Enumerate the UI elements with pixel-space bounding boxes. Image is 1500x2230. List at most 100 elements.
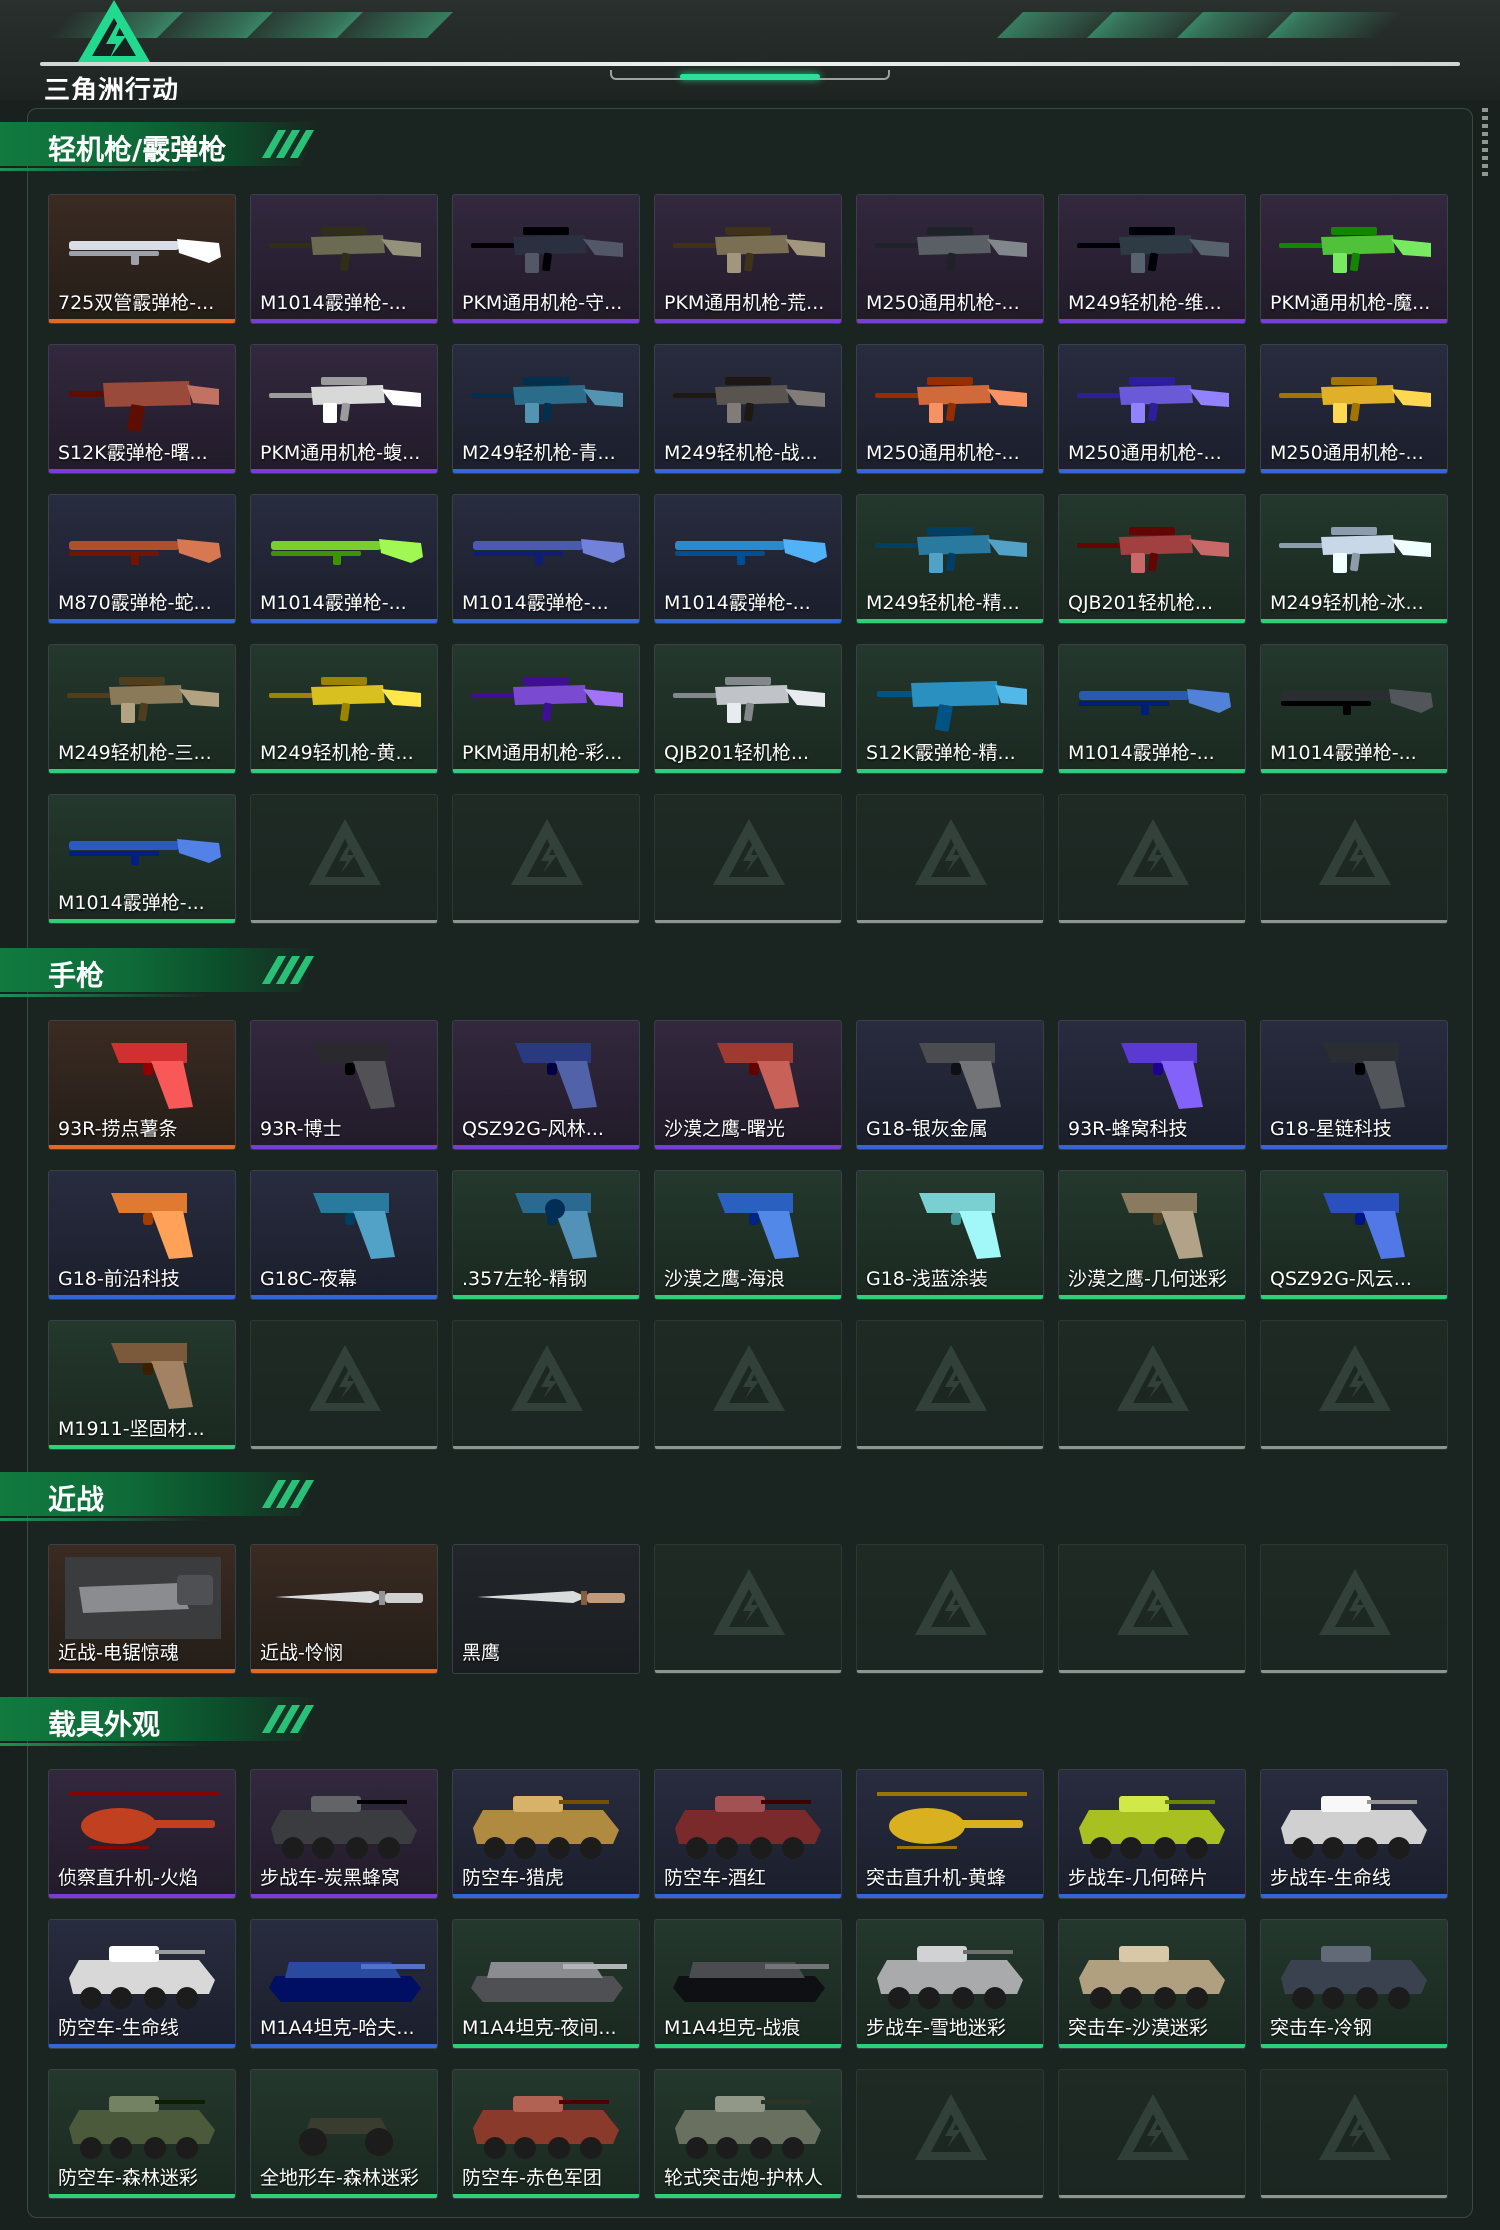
skin-card[interactable]: QSZ92G-风林... [452,1020,640,1150]
skin-card[interactable]: 沙漠之鹰-海浪 [654,1170,842,1300]
skin-card[interactable]: 725双管霰弹枪-... [48,194,236,324]
skin-card[interactable]: 步战车-生命线 [1260,1769,1448,1899]
skin-card[interactable]: G18-浅蓝涂装 [856,1170,1044,1300]
skin-card[interactable]: 93R-捞点薯条 [48,1020,236,1150]
rarity-bar [655,2194,841,2198]
rarity-bar [1059,319,1245,323]
skin-card[interactable]: 黑鹰 [452,1544,640,1674]
skin-card[interactable]: QJB201轻机枪... [1058,494,1246,624]
skin-card[interactable]: 防空车-赤色军团 [452,2069,640,2199]
apc-icon [473,1796,619,1859]
delta-placeholder-icon [915,1345,987,1411]
skin-card[interactable]: M250通用机枪-... [1058,344,1246,474]
skin-card[interactable]: 防空车-森林迷彩 [48,2069,236,2199]
skin-name: 防空车-酒红 [664,1867,766,1889]
skin-card[interactable]: 步战车-炭黑蜂窝 [250,1769,438,1899]
skin-card[interactable]: 全地形车-森林迷彩 [250,2069,438,2199]
skin-card[interactable]: M249轻机枪-三... [48,644,236,774]
skin-card[interactable]: M249轻机枪-精... [856,494,1044,624]
skin-card[interactable]: M250通用机枪-... [856,344,1044,474]
skin-card[interactable]: 侦察直升机-火焰 [48,1769,236,1899]
skin-card[interactable]: G18-前沿科技 [48,1170,236,1300]
skin-name: 93R-捞点薯条 [58,1118,178,1140]
skin-card[interactable]: 轮式突击炮-护林人 [654,2069,842,2199]
rarity-bar [857,1670,1043,1673]
rarity-bar [1059,469,1245,473]
rarity-bar [453,1145,639,1149]
delta-placeholder-icon [1319,1345,1391,1411]
empty-slot [654,794,842,924]
skin-card[interactable]: M1A4坦克-战痕 [654,1919,842,2049]
skin-card[interactable]: G18-星链科技 [1260,1020,1448,1150]
pistol-icon [111,1043,193,1109]
rifle-icon [471,677,623,722]
pistol-icon [717,1193,799,1259]
skin-card[interactable]: M1014霰弹枪-... [452,494,640,624]
apc-icon [69,1946,215,2009]
rarity-bar [49,1445,235,1449]
skin-card[interactable]: PKM通用机枪-荒... [654,194,842,324]
skin-card[interactable]: 近战-电锯惊魂 [48,1544,236,1674]
skin-card[interactable]: PKM通用机枪-守... [452,194,640,324]
skin-card[interactable]: 步战车-雪地迷彩 [856,1919,1044,2049]
skin-card[interactable]: 突击车-沙漠迷彩 [1058,1919,1246,2049]
skin-card[interactable]: M1A4坦克-哈夫... [250,1919,438,2049]
skin-card[interactable]: PKM通用机枪-蝮... [250,344,438,474]
skin-name: QSZ92G-风云... [1270,1268,1412,1290]
lmg-icon [1077,527,1229,573]
skin-card[interactable]: S12K霰弹枪-精... [856,644,1044,774]
skin-card[interactable]: .357左轮-精钢 [452,1170,640,1300]
skin-card[interactable]: 近战-怜悯 [250,1544,438,1674]
skin-card[interactable]: 93R-博士 [250,1020,438,1150]
rifle-icon [269,677,421,722]
skin-card[interactable]: 沙漠之鹰-曙光 [654,1020,842,1150]
skin-card[interactable]: QSZ92G-风云... [1260,1170,1448,1300]
skin-card[interactable]: 突击直升机-黄蜂 [856,1769,1044,1899]
skin-card[interactable]: M1A4坦克-夜间... [452,1919,640,2049]
skin-card[interactable]: 突击车-冷钢 [1260,1919,1448,2049]
rarity-bar [49,1669,235,1673]
lmg-icon [471,377,623,423]
empty-slot [654,1320,842,1450]
skin-card[interactable]: M1014霰弹枪-... [654,494,842,624]
scrollbar[interactable] [1482,108,1488,178]
skin-card[interactable]: 93R-蜂窝科技 [1058,1020,1246,1150]
skin-card[interactable]: PKM通用机枪-彩... [452,644,640,774]
skin-card[interactable]: M250通用机枪-... [1260,344,1448,474]
skin-card[interactable]: QJB201轻机枪... [654,644,842,774]
skin-card[interactable]: 防空车-猎虎 [452,1769,640,1899]
skin-card[interactable]: G18C-夜幕 [250,1170,438,1300]
skin-card[interactable]: M1014霰弹枪-... [250,194,438,324]
lmg-icon [471,227,623,273]
skin-name: 突击直升机-黄蜂 [866,1867,1006,1889]
lmg-icon [875,527,1027,573]
rarity-bar [1261,2195,1447,2198]
skin-card[interactable]: G18-银灰金属 [856,1020,1044,1150]
empty-slot [250,794,438,924]
skin-card[interactable]: M1014霰弹枪-... [1058,644,1246,774]
section-title: 手枪 [48,959,105,992]
skin-card[interactable]: M249轻机枪-冰... [1260,494,1448,624]
skin-card[interactable]: 防空车-生命线 [48,1919,236,2049]
skin-card[interactable]: S12K霰弹枪-曙... [48,344,236,474]
rarity-bar [453,1446,639,1449]
skin-name: M1014霰弹枪-... [664,592,811,614]
skin-card[interactable]: M250通用机枪-... [856,194,1044,324]
skin-card[interactable]: M1014霰弹枪-... [48,794,236,924]
skin-card[interactable]: M249轻机枪-黄... [250,644,438,774]
skin-card[interactable]: M1014霰弹枪-... [250,494,438,624]
pistol-icon [1121,1193,1203,1259]
skin-card[interactable]: M870霰弹枪-蛇... [48,494,236,624]
skin-card[interactable]: M1014霰弹枪-... [1260,644,1448,774]
skin-card[interactable]: 步战车-几何碎片 [1058,1769,1246,1899]
skin-card[interactable]: M249轻机枪-战... [654,344,842,474]
skin-card[interactable]: M1911-坚固材... [48,1320,236,1450]
skin-card[interactable]: 沙漠之鹰-几何迷彩 [1058,1170,1246,1300]
skin-card[interactable]: PKM通用机枪-魔... [1260,194,1448,324]
lmg-icon [673,377,825,423]
skin-card[interactable]: 防空车-酒红 [654,1769,842,1899]
skin-card[interactable]: M249轻机枪-维... [1058,194,1246,324]
skin-card[interactable]: M249轻机枪-青... [452,344,640,474]
shotgun-icon [69,839,221,865]
skin-name: QJB201轻机枪... [664,742,809,764]
